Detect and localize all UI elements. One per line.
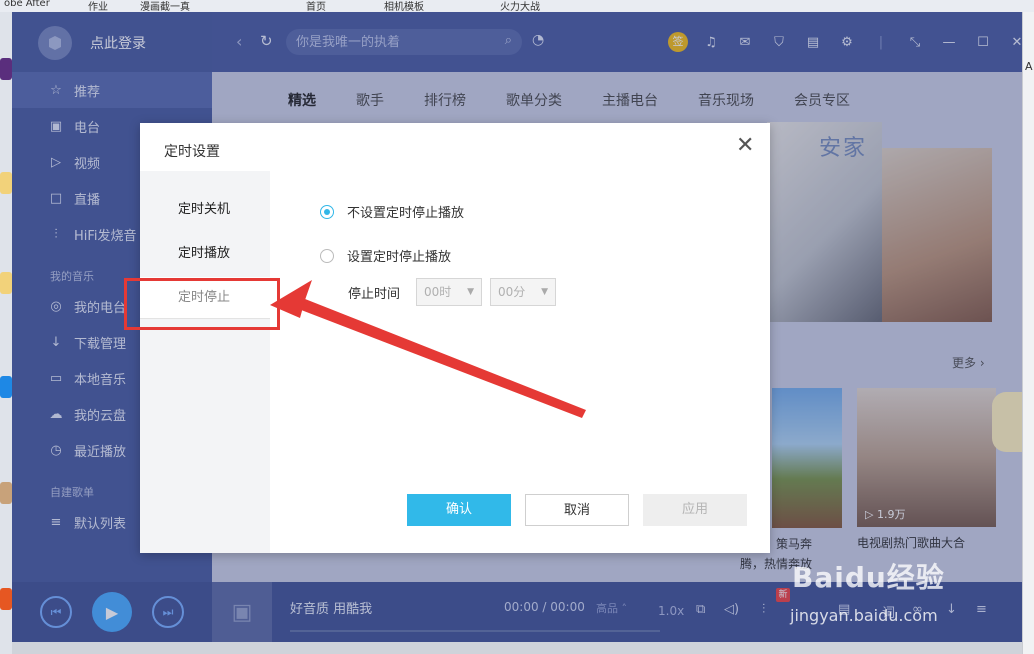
desktop-item[interactable]: 漫画截一真 — [140, 0, 190, 12]
desktop-app-icon[interactable] — [0, 376, 12, 398]
desktop-taskbar-strip: obe After 作业 漫画截一真 首页 相机模板 火力大战 — [0, 0, 1034, 12]
edge-letter: A — [1025, 60, 1033, 73]
radio-unselected[interactable] — [320, 248, 334, 263]
apply-button[interactable]: 应用 — [643, 494, 747, 526]
browser-tab[interactable]: 火力大战 — [500, 0, 540, 12]
cancel-button[interactable]: 取消 — [525, 494, 629, 526]
desktop-item[interactable]: 作业 — [88, 0, 108, 12]
browser-tab[interactable]: 相机模板 — [384, 0, 424, 12]
option-label: 设置定时停止播放 — [347, 250, 452, 265]
desktop-app-icon[interactable] — [0, 588, 12, 610]
desktop-icons-column — [0, 12, 12, 654]
desktop-folder-icon[interactable] — [0, 172, 12, 194]
dialog-title: 定时设置 — [164, 144, 220, 160]
tab-timed-shutdown[interactable]: 定时关机 — [140, 189, 270, 231]
desktop-app-icon[interactable] — [0, 58, 12, 80]
minute-select[interactable]: 00分 ▼ — [490, 278, 556, 306]
desktop-right-window-edge: A — [1022, 12, 1034, 654]
annotation-highlight-box — [124, 278, 280, 330]
watermark-url: jingyan.baidu.com — [790, 606, 938, 625]
chevron-down-icon: ▼ — [467, 287, 474, 297]
option-no-timed-stop[interactable]: 不设置定时停止播放 — [320, 202, 464, 221]
desktop-app-icon[interactable] — [0, 482, 12, 504]
dialog-tab-column: 定时关机 定时播放 定时停止 — [140, 171, 270, 553]
close-icon[interactable]: ✕ — [736, 135, 754, 157]
stop-time-label: 停止时间 — [348, 287, 401, 302]
desktop-folder-icon[interactable] — [0, 272, 12, 294]
tab-timed-play[interactable]: 定时播放 — [140, 233, 270, 275]
browser-tab[interactable]: 首页 — [306, 0, 326, 12]
hour-select[interactable]: 00时 ▼ — [416, 278, 482, 306]
radio-selected[interactable] — [320, 204, 334, 219]
screen: obe After 作业 漫画截一真 首页 相机模板 火力大战 A 点此登录 ☆… — [0, 0, 1034, 654]
option-set-timed-stop[interactable]: 设置定时停止播放 — [320, 246, 451, 265]
desktop-item[interactable]: obe After — [4, 0, 50, 9]
confirm-button[interactable]: 确认 — [407, 494, 511, 526]
timer-settings-dialog: 定时设置 ✕ 定时关机 定时播放 定时停止 不设置定时停止播放 设置定时停止播放… — [140, 123, 770, 553]
watermark-logo: Baidu经验 — [792, 561, 945, 594]
chevron-down-icon: ▼ — [541, 287, 548, 297]
option-label: 不设置定时停止播放 — [347, 206, 465, 221]
